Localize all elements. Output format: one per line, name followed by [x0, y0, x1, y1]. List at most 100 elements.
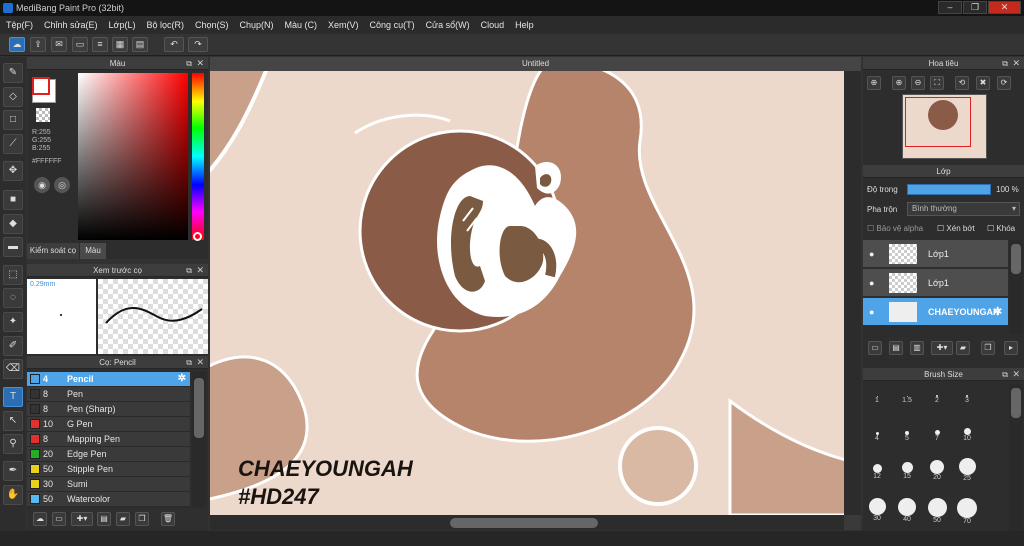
lasso-tool-icon[interactable]: ◌	[3, 288, 23, 308]
layer-scrollbar[interactable]	[1009, 240, 1023, 334]
menu-select[interactable]: Chọn(S)	[195, 20, 229, 30]
canvas-horizontal-scrollbar[interactable]	[210, 515, 844, 530]
palette-add-icon[interactable]: ◎	[54, 177, 70, 193]
document-tab[interactable]: Untitled	[210, 57, 861, 71]
menu-snap[interactable]: Chụp(N)	[240, 20, 274, 30]
select-pen-icon[interactable]: ✐	[3, 336, 23, 356]
brush-size-option[interactable]: 3	[956, 384, 978, 410]
fit-icon[interactable]: ⛶	[930, 76, 944, 90]
duplicate-layer-icon[interactable]: ❐	[981, 341, 995, 355]
line-tool-icon[interactable]: ⟋	[3, 134, 23, 154]
eraser-tool-icon[interactable]: ◇	[3, 87, 23, 107]
new-halftone-layer-icon[interactable]: ▤	[889, 341, 903, 355]
navigator-thumbnail[interactable]	[902, 94, 987, 159]
brush-item[interactable]: 50 Stipple Pen	[27, 462, 190, 477]
brush-size-option[interactable]: 7	[926, 422, 948, 448]
menu-file[interactable]: Tệp(F)	[6, 20, 33, 30]
brush-size-option[interactable]: 1	[866, 384, 888, 410]
tab-brush-control[interactable]: Kiểm soát cọ	[27, 243, 79, 259]
eyedropper-icon[interactable]: ✒	[3, 461, 23, 481]
cloud-icon[interactable]: ☁	[9, 37, 25, 52]
redo-icon[interactable]: ↷	[188, 37, 208, 52]
brush-size-option[interactable]: 5	[896, 422, 918, 448]
grid-icon[interactable]: ▦	[112, 37, 128, 52]
layer-settings-gear-icon[interactable]: ✲	[993, 298, 1002, 326]
transparent-color-swatch[interactable]	[36, 108, 50, 122]
scrollbar-thumb[interactable]	[1011, 244, 1021, 274]
brush-size-option[interactable]: 2	[926, 384, 948, 410]
menu-edit[interactable]: Chỉnh sửa(E)	[44, 20, 98, 30]
popout-icon[interactable]: ⧉	[186, 59, 192, 69]
scrollbar-thumb[interactable]	[194, 378, 204, 438]
new-brush-icon[interactable]: ▭	[52, 512, 66, 526]
brush-size-option[interactable]: 10	[956, 422, 978, 448]
close-icon[interactable]: ✕	[1012, 369, 1020, 380]
brush-size-option[interactable]: 15	[896, 460, 918, 486]
fill-rect-tool-icon[interactable]: ■	[3, 190, 23, 210]
brush-settings-icon[interactable]: ▤	[97, 512, 111, 526]
page-icon[interactable]: ▭	[72, 37, 88, 52]
menu-view[interactable]: Xem(V)	[328, 20, 359, 30]
brush-item[interactable]: 4 Pencil ✲	[27, 372, 190, 387]
brush-size-option[interactable]: 1.5	[896, 384, 918, 410]
new-1bit-layer-icon[interactable]: ▥	[910, 341, 924, 355]
more-icon[interactable]: ▸	[1004, 341, 1018, 355]
cloud-brush-icon[interactable]: ☁	[33, 512, 47, 526]
eye-icon[interactable]: ●	[869, 269, 874, 297]
brush-item[interactable]: 50 Watercolor	[27, 492, 190, 507]
brush-size-option[interactable]: 70	[956, 498, 978, 525]
hue-handle[interactable]	[193, 232, 202, 241]
opacity-slider[interactable]	[907, 184, 991, 195]
zoom-out-icon[interactable]: ⊖	[911, 76, 925, 90]
reset-view-icon[interactable]: ✖	[976, 76, 990, 90]
menu-filter[interactable]: Bộ lọc(R)	[146, 20, 184, 30]
menu-layer[interactable]: Lớp(L)	[109, 20, 136, 30]
text-tool-icon[interactable]: T	[3, 387, 23, 407]
brush-size-option[interactable]: 40	[896, 498, 918, 524]
menu-window[interactable]: Cửa sổ(W)	[426, 20, 470, 30]
brush-size-option[interactable]: 25	[956, 458, 978, 486]
popout-icon[interactable]: ⧉	[186, 266, 192, 276]
close-icon[interactable]: ✕	[1012, 58, 1020, 69]
popout-icon[interactable]: ⧉	[186, 358, 192, 368]
brush-tool-icon[interactable]: ✎	[3, 63, 23, 83]
operation-tool-icon[interactable]: ↖	[3, 411, 23, 431]
hand-tool-icon[interactable]: ✋	[3, 485, 23, 505]
eye-icon[interactable]: ●	[869, 298, 874, 326]
scrollbar-thumb[interactable]	[1011, 388, 1021, 418]
folder-icon[interactable]: ▰	[956, 341, 970, 355]
zoom-in-icon[interactable]: ⊕	[867, 76, 881, 90]
scrollbar-thumb[interactable]	[450, 518, 598, 528]
canvas-vertical-scrollbar[interactable]	[844, 71, 861, 515]
brush-settings-gear-icon[interactable]: ✲	[178, 372, 186, 386]
saturation-value-picker[interactable]	[78, 73, 188, 240]
brush-size-option[interactable]: 20	[926, 460, 948, 486]
drawing-canvas[interactable]: CHAEYOUNGAH #HD247	[210, 71, 844, 515]
close-icon[interactable]: ✕	[196, 357, 204, 368]
folder-icon[interactable]: ▰	[116, 512, 130, 526]
undo-icon[interactable]: ↶	[164, 37, 184, 52]
brush-size-option[interactable]: 12	[866, 460, 888, 486]
menu-tools[interactable]: Công cụ(T)	[370, 20, 415, 30]
gradient-tool-icon[interactable]: ▬	[3, 237, 23, 257]
layer-row[interactable]: ● Lớp1	[863, 240, 1008, 268]
trash-icon[interactable]: 🗑	[161, 512, 175, 526]
minimize-button[interactable]: –	[938, 1, 962, 14]
palette-icon[interactable]: ◉	[34, 177, 50, 193]
rotate-left-icon[interactable]: ⟲	[955, 76, 969, 90]
close-window-button[interactable]: ✕	[988, 1, 1021, 14]
brush-size-option[interactable]: 50	[926, 498, 948, 524]
maximize-button[interactable]: ❐	[963, 1, 987, 14]
select-eraser-icon[interactable]: ⌫	[3, 359, 23, 379]
popout-icon[interactable]: ⧉	[1002, 370, 1008, 380]
eye-icon[interactable]: ●	[869, 240, 874, 268]
brush-size-option[interactable]: 4	[866, 422, 888, 448]
new-layer-icon[interactable]: ▭	[868, 341, 882, 355]
layer-row[interactable]: ● Lớp1	[863, 269, 1008, 297]
brush-list-scrollbar[interactable]	[192, 372, 206, 507]
add-layer-menu-icon[interactable]: ✚▾	[931, 341, 953, 355]
bucket-tool-icon[interactable]: ◆	[3, 214, 23, 234]
viewport-rect[interactable]	[905, 97, 971, 147]
brush-item[interactable]: 8 Mapping Pen	[27, 432, 190, 447]
move-tool-icon[interactable]: ✥	[3, 161, 23, 181]
